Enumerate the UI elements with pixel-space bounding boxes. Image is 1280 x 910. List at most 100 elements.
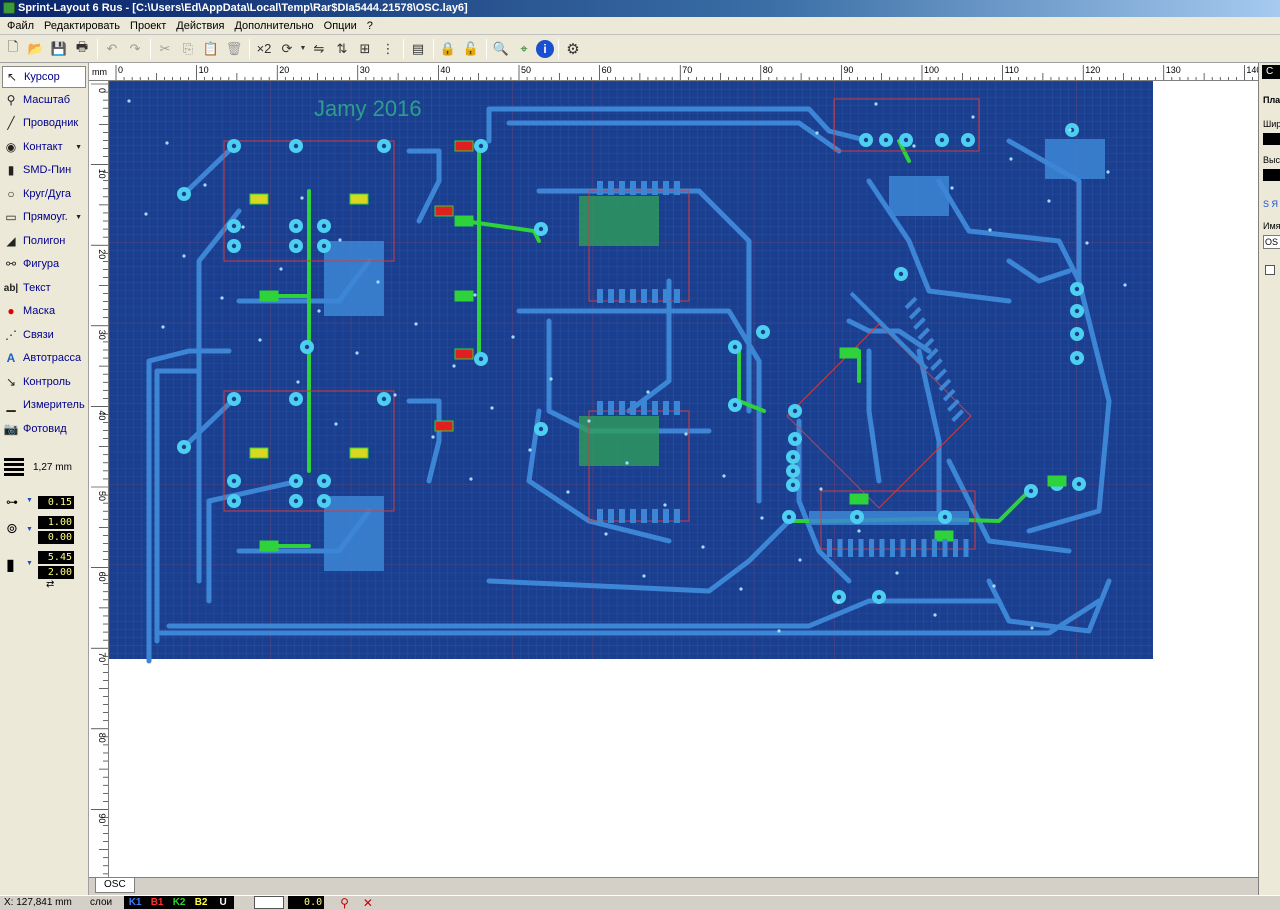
tool-polygon[interactable]: ◢ Полигон [2,230,86,252]
tool-zoom[interactable]: ⚲ Масштаб [2,89,86,111]
pad-outer-field[interactable]: 1.00 [38,516,74,529]
name-field[interactable]: OS [1263,235,1280,249]
zoom-icon[interactable]: 🔍 [490,38,512,60]
ic-pin [827,539,832,557]
ruler-label: 40 [97,410,107,420]
cursor-icon: ↖ [6,70,18,84]
angle-field[interactable]: 0.0 [288,896,325,909]
pin-icon[interactable]: ⚲ [340,896,349,910]
panel-header[interactable]: С [1262,65,1280,79]
tool-links[interactable]: ⋰ Связи [2,324,86,346]
dropdown-arrow-icon[interactable]: ▼ [75,144,82,151]
new-file-icon[interactable]: 🗋 [2,38,24,60]
tool-track[interactable]: ╱ Проводник [2,112,86,134]
ruler-icon: ▁ [6,398,16,412]
tool-measure[interactable]: ▁ Измеритель [2,394,86,416]
dropdown-arrow-icon[interactable]: ▼ [26,560,33,567]
tab-osc[interactable]: OSC [95,878,135,893]
tool-rect[interactable]: ▭ Прямоуг. ▼ [2,206,86,228]
smd-component [839,347,859,359]
tool-control[interactable]: ↘ Контроль [2,371,86,393]
ic-pin [663,181,669,195]
mirror-v-icon[interactable]: ⇅ [331,38,353,60]
duplicate-button[interactable]: ×2 [253,38,275,60]
undo-icon[interactable]: ↶ [101,38,123,60]
tool-autoroute[interactable]: A Автотрасса [2,347,86,369]
dropdown-arrow-icon[interactable]: ▼ [26,526,33,533]
menu-options[interactable]: Опции [319,17,362,35]
ic-pin [630,509,636,523]
dropdown-arrow-icon[interactable]: ▼ [26,497,33,504]
tool-cursor[interactable]: ↖ Курсор [2,66,86,88]
settings-gear-icon[interactable]: ⚙ [562,38,584,60]
swap-icon[interactable]: ⇄ [46,579,54,590]
ruler-label: 50 [521,65,531,75]
layout-canvas[interactable]: Jamy 2016 [109,81,1258,877]
save-icon[interactable]: 💾 [48,38,70,60]
via [473,293,477,297]
track-width-field[interactable]: 0.15 [38,496,74,509]
pad-drill [231,396,237,402]
delete-icon[interactable]: 🗑 [223,38,245,60]
layer-u-toggle[interactable]: U [212,896,235,909]
align-icon[interactable]: ⊞ [354,38,376,60]
layer-b2-toggle[interactable]: B2 [190,896,213,909]
tool-photo[interactable]: 📷 Фотовид [2,418,86,440]
info-icon[interactable]: i [536,39,554,58]
smd-height-field[interactable]: 2.00 [38,566,74,579]
grid-size[interactable]: 1,27 mm [33,462,72,473]
menu-extra[interactable]: Дополнительно [229,17,318,35]
smd-width-field[interactable]: 5.45 [38,551,74,564]
height-field[interactable] [1263,169,1280,181]
tool-shape[interactable]: ⚯ Фигура [2,253,86,275]
print-icon[interactable]: 🖶 [71,38,93,60]
camera-icon: 📷 [3,422,19,436]
ic-pin [608,509,614,523]
paste-icon[interactable]: 📋 [200,38,222,60]
menu-help[interactable]: ? [362,17,378,35]
option-checkbox[interactable] [1265,265,1275,275]
menu-actions[interactable]: Действия [171,17,229,35]
pcb-board[interactable]: Jamy 2016 [109,81,1258,877]
disable-icon[interactable]: ✕ [363,896,373,910]
tool-circle[interactable]: ○ Круг/Дуга [2,183,86,205]
layer-k1-toggle[interactable]: K1 [124,896,147,909]
layer-b1-toggle[interactable]: B1 [146,896,169,909]
copy-icon[interactable]: ⎘ [177,38,199,60]
grid-icon[interactable] [4,456,24,476]
menu-edit[interactable]: Редактировать [39,17,125,35]
ic-pin [619,509,625,523]
zoom-fit-icon[interactable]: ⌖ [513,38,535,60]
snap-icon[interactable]: ⋮ [377,38,399,60]
ic-pin [858,539,864,557]
toolbar-separator [97,38,98,59]
menu-file[interactable]: Файл [2,17,39,35]
redo-icon[interactable]: ↷ [124,38,146,60]
lock-icon[interactable]: 🔒 [437,38,459,60]
via [1106,170,1110,174]
tool-pad[interactable]: ◉ Контакт ▼ [2,136,86,158]
cut-icon[interactable]: ✂ [154,38,176,60]
rotate-icon[interactable]: ⟳ [276,38,298,60]
pad-drill [231,478,237,484]
menu-project[interactable]: Проект [125,17,171,35]
pad-inner-field[interactable]: 0.00 [38,531,74,544]
width-field[interactable] [1263,133,1280,145]
dropdown-arrow-icon[interactable]: ▼ [75,214,82,221]
tool-label: Курсор [24,71,60,83]
window-title: Sprint-Layout 6 Rus - [C:\Users\Ed\AppDa… [18,2,468,14]
ic-pin [641,509,647,523]
ruler-label: 90 [97,813,107,823]
open-folder-icon[interactable]: 📂 [25,38,47,60]
layer-k2-toggle[interactable]: K2 [168,896,191,909]
menu-bar: Файл Редактировать Проект Действия Допол… [0,17,1280,35]
unlock-icon[interactable]: 🔓 [460,38,482,60]
tool-text[interactable]: ab| Текст [2,277,86,299]
transparency-icon[interactable] [254,896,285,909]
pad-drill [321,478,327,484]
mirror-h-icon[interactable]: ⇋ [308,38,330,60]
rotate-dropdown-icon[interactable]: ▼ [299,38,307,60]
group-icon[interactable]: ▤ [407,38,429,60]
tool-smd[interactable]: ▮ SMD-Пин [2,159,86,181]
tool-mask[interactable]: ● Маска [2,300,86,322]
